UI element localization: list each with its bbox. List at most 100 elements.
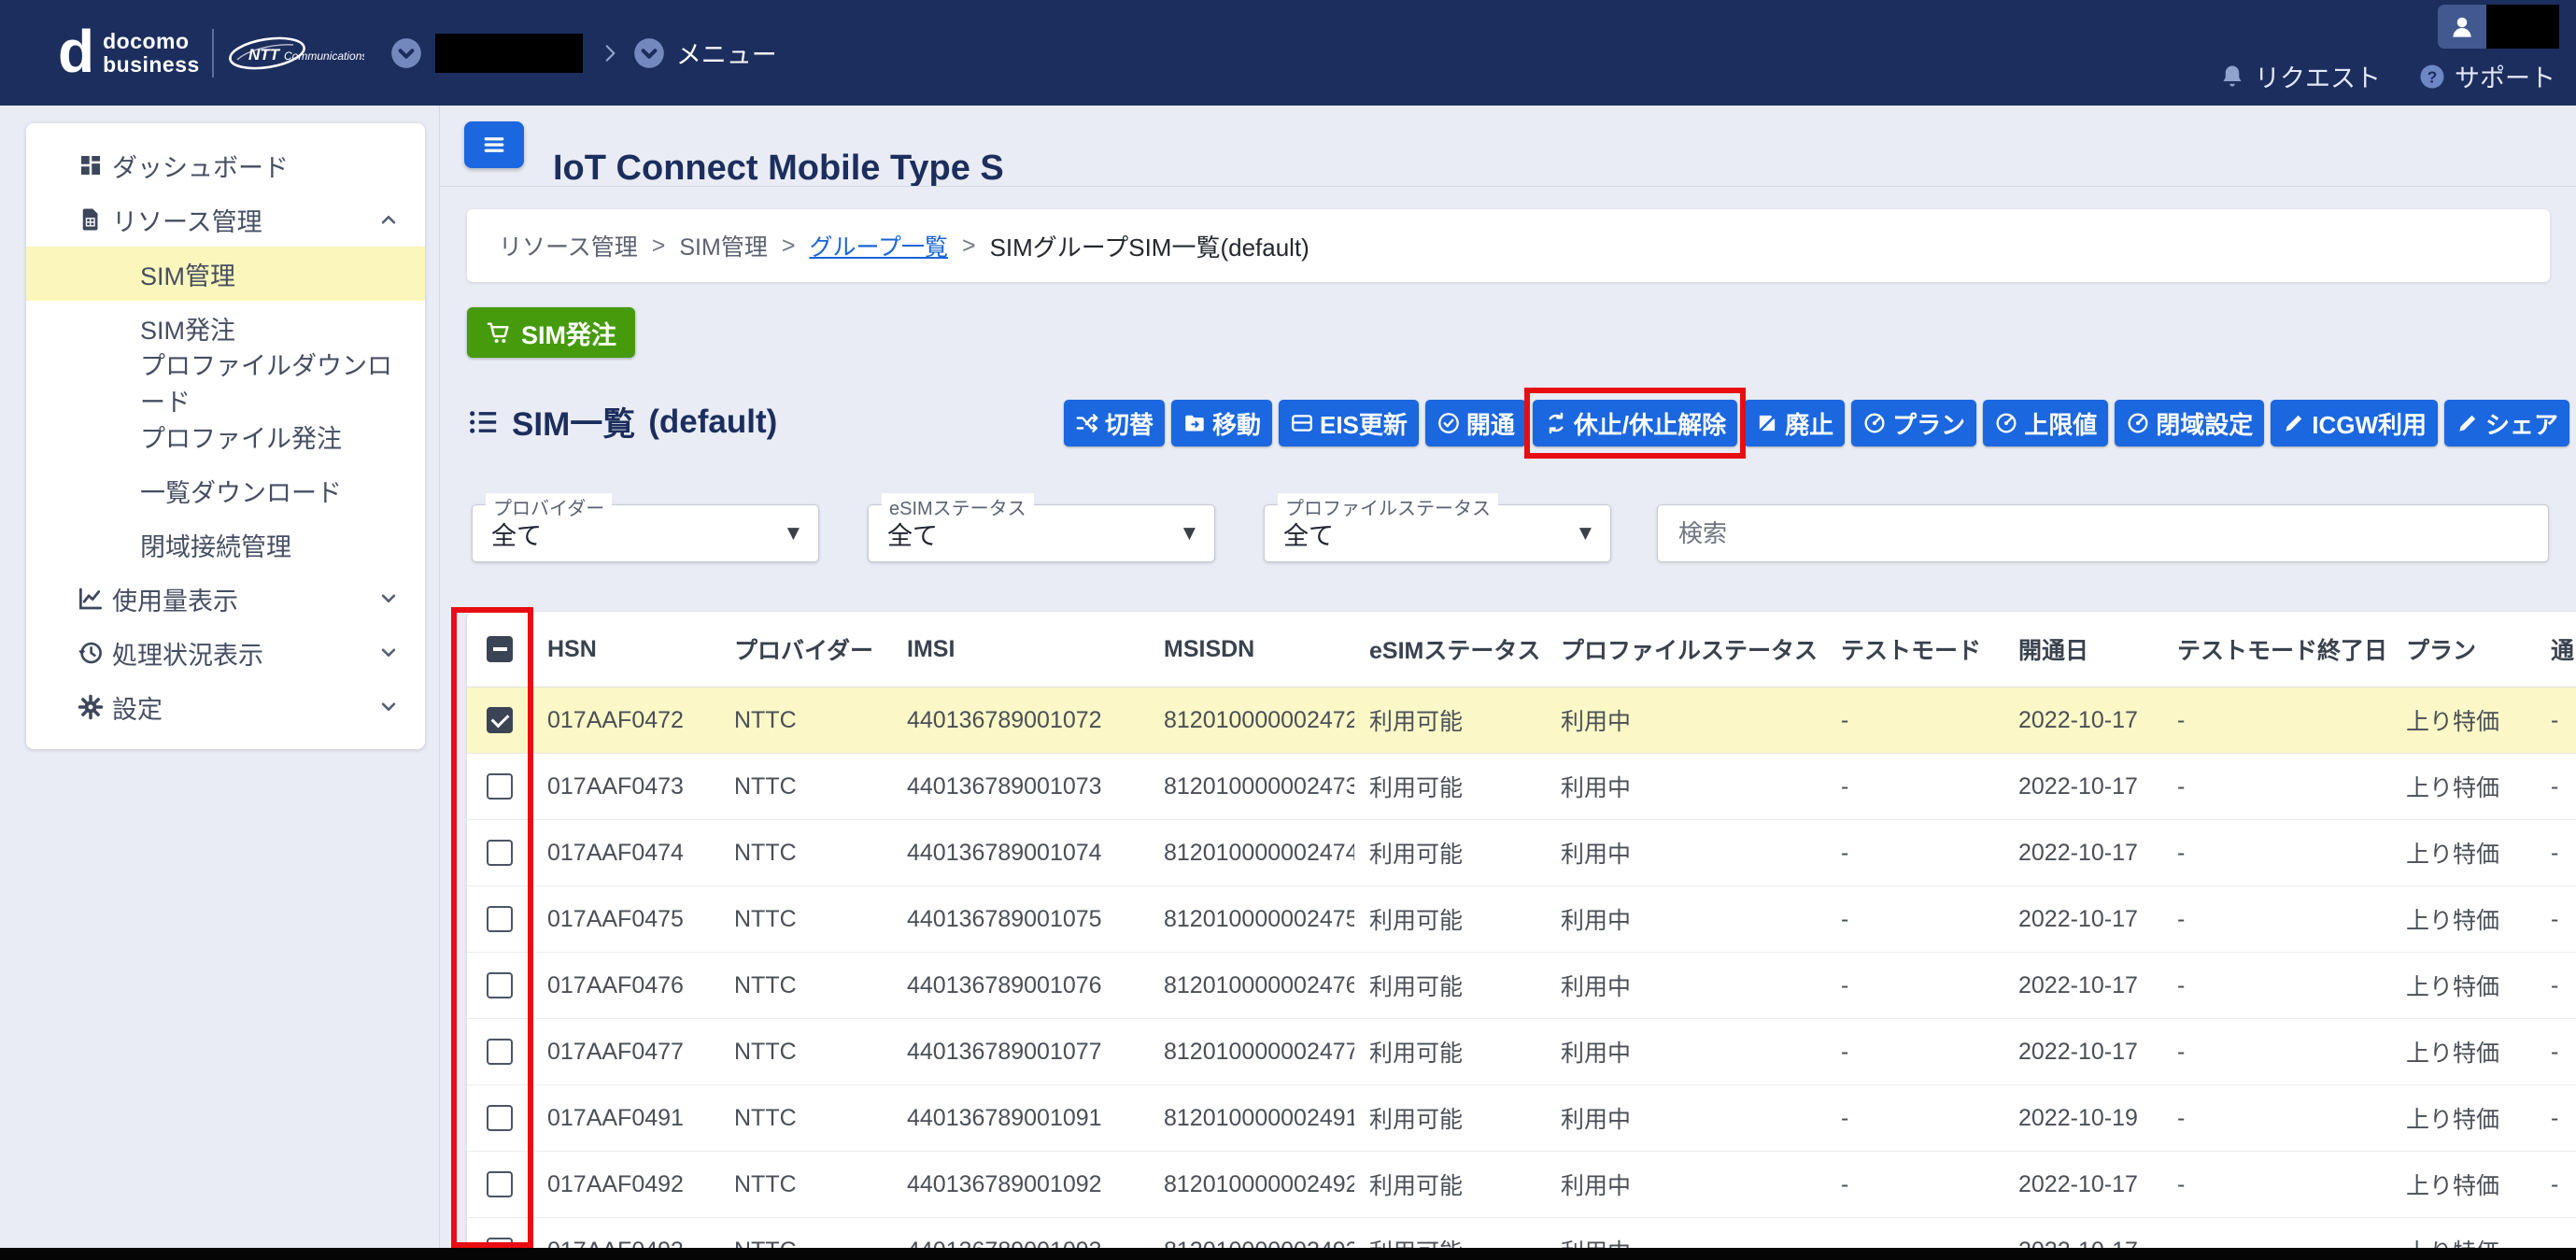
cell: 440136789001077: [892, 1039, 1149, 1066]
cell: 2022-10-17: [2003, 1171, 2162, 1198]
cell: 利用中: [1546, 836, 1826, 870]
row-checkbox[interactable]: [487, 840, 513, 866]
sidebar-item-closed-network-management[interactable]: 閉域接続管理: [26, 517, 425, 572]
table-row[interactable]: 017AAF0493NTTC44013678900109381201000000…: [467, 1218, 2576, 1248]
menu-label[interactable]: メニュー: [676, 35, 777, 71]
cell: 2022-10-17: [2003, 1238, 2162, 1249]
usage-chart-icon: [77, 585, 105, 613]
action-button-activate[interactable]: 開通: [1425, 400, 1526, 446]
action-button-eis-update[interactable]: EIS更新: [1279, 400, 1419, 446]
account-dropdown-icon[interactable]: [389, 35, 424, 71]
action-button-deactivate[interactable]: 廃止: [1744, 400, 1845, 446]
gear-icon: [77, 693, 105, 721]
sim-card-icon: [77, 205, 105, 234]
sync-icon: [1544, 411, 1568, 435]
cell: 812010000002491: [1149, 1105, 1354, 1132]
sidebar-item-label: SIM管理: [140, 256, 235, 292]
action-button-switch[interactable]: 切替: [1064, 400, 1165, 446]
sidebar-item-processing-status[interactable]: 処理状況表示: [26, 626, 425, 680]
sidebar-item-dashboard[interactable]: ダッシュボード: [26, 138, 425, 192]
menu-dropdown-icon[interactable]: [631, 35, 667, 71]
row-checkbox[interactable]: [487, 1039, 513, 1065]
sidebar-item-usage-display[interactable]: 使用量表示: [26, 572, 425, 626]
person-icon: [2448, 13, 2476, 41]
table-row[interactable]: 017AAF0474NTTC44013678900107481201000000…: [467, 820, 2576, 886]
cell: -: [2162, 1039, 2391, 1066]
sidebar-item-label: リソース管理: [112, 202, 262, 238]
cell: 812010000002492: [1149, 1171, 1354, 1198]
cell: 017AAF0493: [532, 1238, 719, 1249]
table-row[interactable]: 017AAF0477NTTC44013678900107781201000000…: [467, 1019, 2576, 1085]
breadcrumb-item[interactable]: グループ一覧: [809, 229, 948, 262]
table-row[interactable]: 017AAF0492NTTC44013678900109281201000000…: [467, 1152, 2576, 1218]
sim-order-button[interactable]: SIM発注: [467, 307, 635, 358]
sidebar-item-label: 設定: [112, 689, 163, 726]
cell: NTTC: [719, 773, 892, 800]
user-button[interactable]: [2438, 5, 2486, 49]
action-button-closed-network-setting[interactable]: 閉域設定: [2115, 400, 2264, 446]
action-button-bar: 切替移動EIS更新開通休止/休止解除廃止プラン上限値閉域設定ICGW利用シェア: [1064, 400, 2569, 446]
sidebar-item-sim-management[interactable]: SIM管理: [26, 247, 425, 301]
navbar-links: リクエスト サポート: [2218, 58, 2555, 94]
search-input[interactable]: [1657, 504, 2549, 562]
table-row[interactable]: 017AAF0475NTTC44013678900107581201000000…: [467, 886, 2576, 953]
cell: -: [2162, 906, 2391, 933]
cell: 上り特価: [2391, 770, 2536, 803]
ntt-communications-logo: NTT Communications: [226, 32, 364, 75]
action-button-icgw-use[interactable]: ICGW利用: [2271, 400, 2438, 446]
table-row[interactable]: 017AAF0476NTTC44013678900107681201000000…: [467, 953, 2576, 1019]
row-checkbox[interactable]: [487, 707, 513, 733]
caret-down-icon: ▼: [787, 524, 800, 543]
table-row[interactable]: 017AAF0491NTTC44013678900109181201000000…: [467, 1085, 2576, 1152]
action-button-share[interactable]: シェア: [2444, 400, 2569, 446]
row-checkbox[interactable]: [487, 972, 513, 998]
action-button-move[interactable]: 移動: [1171, 400, 1272, 446]
sidebar-item-profile-download[interactable]: プロファイルダウンロード: [26, 355, 425, 409]
cell: 利用中: [1546, 902, 1826, 936]
sidebar-toggle-button[interactable]: [464, 121, 524, 168]
select-all-checkbox[interactable]: [487, 636, 513, 662]
action-button-label: 切替: [1105, 406, 1154, 441]
action-button-plan[interactable]: プラン: [1851, 400, 1976, 446]
cell: -: [2536, 1105, 2576, 1132]
cell: 利用中: [1546, 770, 1826, 803]
cell: -: [2536, 773, 2576, 800]
table-row[interactable]: 017AAF0473NTTC44013678900107381201000000…: [467, 754, 2576, 820]
row-checkbox[interactable]: [487, 1105, 513, 1131]
cell: 利用中: [1546, 1035, 1826, 1069]
cell: 利用可能: [1354, 969, 1546, 1002]
docomo-business-logo: docomo business: [103, 30, 200, 77]
cell: 017AAF0477: [532, 1039, 719, 1066]
row-checkbox[interactable]: [487, 773, 513, 800]
chevron-down-icon: [376, 641, 401, 665]
row-checkbox[interactable]: [487, 1171, 513, 1197]
row-checkbox[interactable]: [487, 1238, 513, 1248]
esim-status-filter[interactable]: eSIMステータス全て▼: [868, 504, 1215, 562]
table-body: 017AAF0472NTTC44013678900107281201000000…: [467, 687, 2576, 1248]
row-checkbox-cell: [467, 972, 532, 998]
row-checkbox-cell: [467, 1171, 532, 1197]
cell: NTTC: [719, 840, 892, 867]
profile-status-filter[interactable]: プロファイルステータス全て▼: [1264, 504, 1611, 562]
sidebar-item-list-download[interactable]: 一覧ダウンロード: [26, 463, 425, 517]
sidebar-item-settings[interactable]: 設定: [26, 680, 425, 734]
row-checkbox-cell: [467, 1105, 532, 1131]
filter-value: 全て: [887, 516, 938, 552]
table-row[interactable]: 017AAF0472NTTC44013678900107281201000000…: [467, 687, 2576, 754]
cell: 440136789001092: [892, 1171, 1149, 1198]
action-button-suspend-resume[interactable]: 休止/休止解除: [1533, 400, 1737, 446]
svg-text:NTT: NTT: [248, 46, 281, 64]
request-link[interactable]: リクエスト: [2218, 58, 2381, 94]
sidebar-item-resource-management[interactable]: リソース管理: [26, 192, 425, 247]
cell: -: [1826, 972, 2003, 999]
row-checkbox-cell: [467, 840, 532, 866]
action-button-upper-limit[interactable]: 上限値: [1983, 400, 2108, 446]
sidebar-item-label: プロファイルダウンロード: [140, 346, 401, 418]
cell: 812010000002477: [1149, 1039, 1354, 1066]
row-checkbox[interactable]: [487, 906, 513, 932]
sidebar-item-label: 使用量表示: [112, 581, 238, 617]
bell-icon: [2218, 63, 2246, 91]
support-link[interactable]: サポート: [2418, 58, 2555, 94]
table-header-row: HSNプロバイダーIMSIMSISDNeSIMステータスプロファイルステータステ…: [467, 612, 2576, 687]
provider-filter[interactable]: プロバイダー全て▼: [472, 504, 819, 562]
